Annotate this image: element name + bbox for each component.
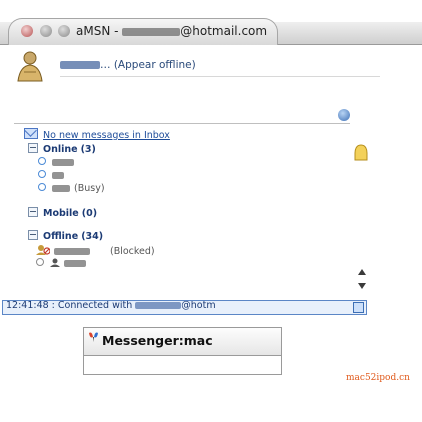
online-status-icon bbox=[38, 170, 46, 178]
busy-status-icon bbox=[38, 183, 46, 191]
status-indicator-icon bbox=[354, 144, 368, 161]
contact-online-3[interactable]: (Busy) bbox=[38, 183, 105, 194]
blurred-email bbox=[122, 28, 181, 36]
blurred-contact-name bbox=[52, 185, 70, 192]
status-email: @hotm bbox=[181, 300, 216, 311]
online-status-icon bbox=[38, 157, 46, 165]
status-bar: 12:41:48 : Connected with @hotm bbox=[2, 300, 367, 315]
window-title-email: @hotmail.com bbox=[180, 24, 268, 38]
blurred-contact-name bbox=[64, 260, 86, 267]
contact-online-2[interactable] bbox=[38, 170, 64, 181]
group-online[interactable]: Online (3) bbox=[28, 143, 96, 155]
close-window-button[interactable] bbox=[21, 25, 33, 37]
group-count: (3) bbox=[80, 144, 96, 155]
collapse-group-icon bbox=[28, 207, 38, 217]
blurred-email bbox=[135, 302, 182, 309]
minimize-window-button[interactable] bbox=[40, 25, 52, 37]
contact-offline-1[interactable]: (Blocked) bbox=[36, 244, 155, 257]
group-label: Offline bbox=[43, 231, 79, 242]
banner-logo-text: Messenger:mac bbox=[102, 333, 213, 348]
title-bar: aMSN - @hotmail.com bbox=[0, 0, 422, 45]
header-divider bbox=[60, 76, 380, 77]
offline-status-icon bbox=[36, 258, 44, 266]
user-avatar-icon[interactable] bbox=[14, 50, 46, 82]
window-title: aMSN - @hotmail.com bbox=[76, 24, 267, 38]
messenger-banner: Messenger:mac bbox=[83, 327, 282, 356]
group-offline[interactable]: Offline (34) bbox=[28, 230, 103, 242]
contact-online-1[interactable] bbox=[38, 157, 74, 168]
butterfly-icon bbox=[89, 332, 98, 342]
status-text: 12:41:48 : Connected with bbox=[6, 300, 136, 311]
contact-status-note: (Blocked) bbox=[110, 246, 155, 257]
blurred-username bbox=[60, 61, 100, 69]
banner-lower-frame bbox=[83, 355, 282, 375]
group-count: (0) bbox=[81, 208, 98, 219]
user-display-name[interactable]: … (Appear offline) bbox=[60, 59, 196, 71]
mail-icon bbox=[24, 128, 38, 139]
user-icon bbox=[50, 258, 60, 267]
blurred-contact-name bbox=[52, 159, 74, 166]
status-bar-button[interactable] bbox=[353, 302, 364, 313]
group-count: (34) bbox=[81, 231, 104, 242]
blurred-contact-name bbox=[52, 172, 64, 179]
contact-status-note: (Busy) bbox=[74, 183, 105, 194]
group-label: Online bbox=[43, 144, 78, 155]
inbox-link[interactable]: No new messages in Inbox bbox=[24, 128, 170, 141]
collapse-group-icon bbox=[28, 230, 38, 240]
watermark-text: mac52ipod.cn bbox=[346, 373, 410, 383]
group-mobile[interactable]: Mobile (0) bbox=[28, 207, 97, 219]
collapse-button[interactable] bbox=[338, 109, 350, 121]
blurred-contact-name bbox=[54, 248, 90, 255]
scroll-up-icon[interactable] bbox=[358, 268, 366, 276]
group-label: Mobile bbox=[43, 208, 79, 219]
blocked-user-icon bbox=[36, 245, 51, 255]
collapse-group-icon bbox=[28, 143, 38, 153]
scroll-down-icon[interactable] bbox=[358, 282, 366, 290]
zoom-window-button[interactable] bbox=[58, 25, 70, 37]
user-status-text: … (Appear offline) bbox=[100, 59, 196, 71]
inbox-label: No new messages in Inbox bbox=[43, 130, 170, 141]
list-divider bbox=[14, 123, 350, 124]
contact-offline-2[interactable] bbox=[36, 258, 86, 269]
window-title-text: aMSN - bbox=[76, 24, 123, 38]
